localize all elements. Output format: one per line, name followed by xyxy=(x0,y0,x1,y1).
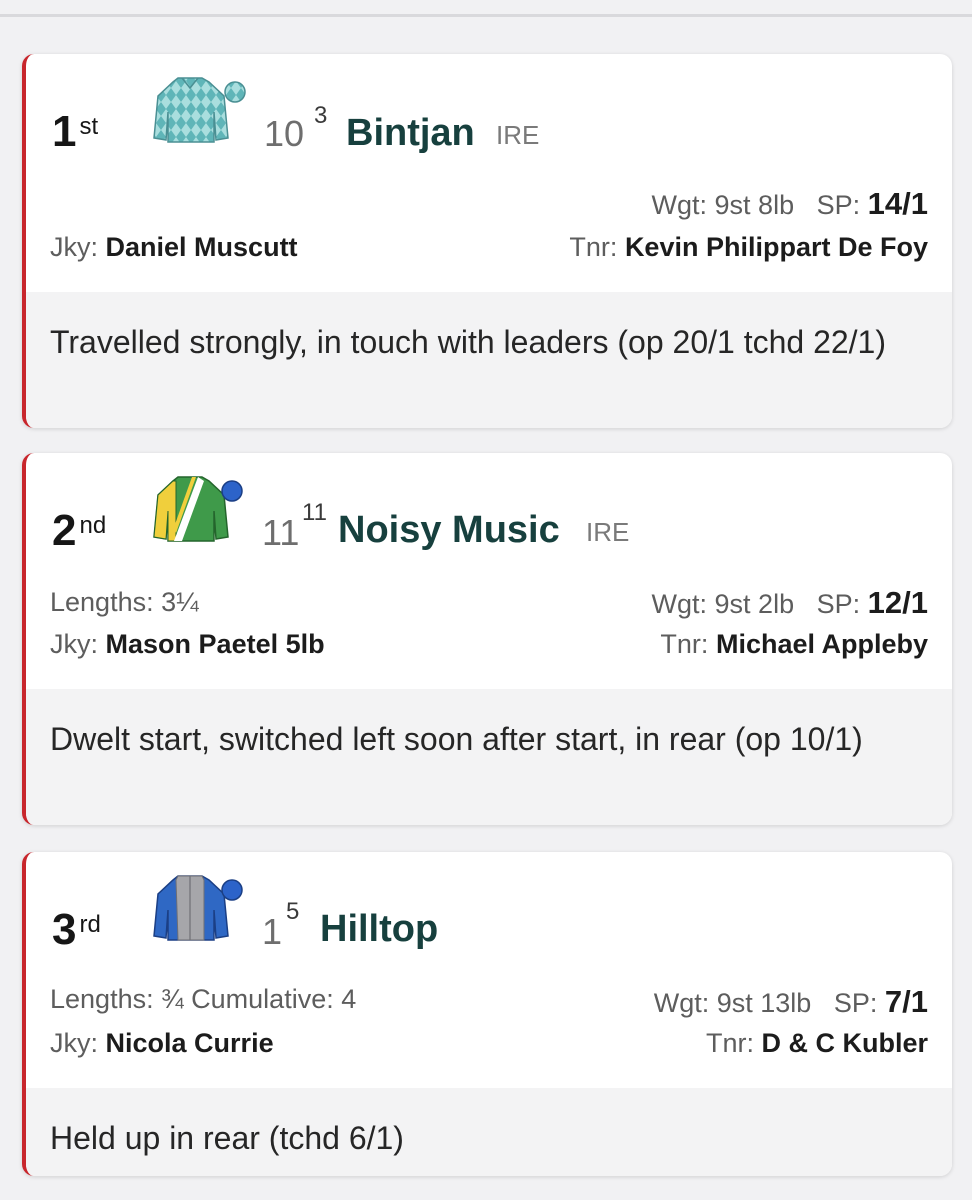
weight-label: Wgt: xyxy=(651,190,708,220)
lengths-label: Lengths: xyxy=(50,587,154,617)
race-comment: Travelled strongly, in touch with leader… xyxy=(26,292,952,428)
horse-name-link[interactable]: Bintjan xyxy=(346,114,475,152)
trainer-label: Tnr: xyxy=(569,232,618,262)
trainer-label: Tnr: xyxy=(705,1028,754,1058)
trainer-row: Tnr: D & C Kubler xyxy=(706,1030,928,1057)
horse-country: IRE xyxy=(586,517,630,547)
draw-number: 5 xyxy=(286,898,300,925)
weight-sp-row: Wgt: 9st 2lb SP: 12/1 xyxy=(652,587,929,618)
jockey-label: Jky: xyxy=(50,1028,99,1058)
trainer-name[interactable]: D & C Kubler xyxy=(761,1028,928,1058)
jockey-row: Jky: Mason Paetel 5lb xyxy=(50,631,325,658)
sp-label: SP: xyxy=(833,988,878,1018)
lengths-label: Lengths: xyxy=(50,984,154,1014)
weight-value: 9st 8lb xyxy=(714,190,795,220)
race-comment: Dwelt start, switched left soon after st… xyxy=(26,689,952,825)
draw-number: 11 xyxy=(302,499,327,526)
trainer-name[interactable]: Michael Appleby xyxy=(716,629,928,659)
top-divider xyxy=(0,14,972,17)
lengths-value: 3¼ xyxy=(161,587,199,617)
runner-card-2[interactable]: 2nd 11 11 Noisy Music IRE Lengths: 3¼ Wg… xyxy=(22,453,952,825)
horse-country: IRE xyxy=(496,120,540,150)
sp-label: SP: xyxy=(816,589,861,619)
trainer-row: Tnr: Kevin Philippart De Foy xyxy=(569,234,928,261)
lengths-row: Lengths: ¾ Cumulative: 4 xyxy=(50,986,356,1013)
runner-header: 3rd 1 5 Hilltop Lengths: ¾ Cumulative: 4… xyxy=(26,852,952,1088)
runner-header: 1st 10 3 Bintjan IRE Wgt: 9st 8lb SP: 14… xyxy=(26,54,952,292)
sp-value: 12/1 xyxy=(867,585,928,620)
silks-blue-grey-icon xyxy=(153,875,243,941)
jockey-label: Jky: xyxy=(50,232,99,262)
cumulative-label: Cumulative: xyxy=(191,984,334,1014)
lengths-row: Lengths: 3¼ xyxy=(50,589,199,616)
horse-name-link[interactable]: Hilltop xyxy=(320,910,438,948)
jockey-label: Jky: xyxy=(50,629,99,659)
weight-sp-row: Wgt: 9st 13lb SP: 7/1 xyxy=(654,986,928,1017)
trainer-name[interactable]: Kevin Philippart De Foy xyxy=(625,232,928,262)
runner-card-1[interactable]: 1st 10 3 Bintjan IRE Wgt: 9st 8lb SP: 14… xyxy=(22,54,952,428)
silks-yellow-green-stripes-icon xyxy=(153,476,243,542)
finish-position: 1st xyxy=(52,107,99,156)
weight-label: Wgt: xyxy=(651,589,708,619)
weight-value: 9st 2lb xyxy=(714,589,795,619)
lengths-value: ¾ xyxy=(161,984,184,1014)
cloth-number: 10 xyxy=(264,113,305,154)
cloth-number: 11 xyxy=(262,512,300,553)
trainer-row: Tnr: Michael Appleby xyxy=(660,631,928,658)
race-comment: Held up in rear (tchd 6/1) xyxy=(26,1088,952,1176)
draw-number: 3 xyxy=(314,102,328,129)
jockey-row: Jky: Daniel Muscutt xyxy=(50,234,298,261)
cloth-number: 1 xyxy=(262,911,283,952)
finish-position: 3rd xyxy=(52,905,101,954)
sp-value: 7/1 xyxy=(884,984,928,1019)
jockey-name[interactable]: Mason Paetel xyxy=(106,629,279,659)
jockey-claim: 5lb xyxy=(285,629,325,659)
weight-sp-row: Wgt: 9st 8lb SP: 14/1 xyxy=(652,188,929,219)
jockey-name[interactable]: Daniel Muscutt xyxy=(106,232,298,262)
runner-card-3[interactable]: 3rd 1 5 Hilltop Lengths: ¾ Cumulative: 4… xyxy=(22,852,952,1176)
weight-value: 9st 13lb xyxy=(716,988,812,1018)
jockey-row: Jky: Nicola Currie xyxy=(50,1030,274,1057)
finish-position: 2nd xyxy=(52,506,107,555)
weight-label: Wgt: xyxy=(653,988,710,1018)
cumulative-value: 4 xyxy=(341,984,357,1014)
horse-name-link[interactable]: Noisy Music xyxy=(338,511,560,549)
sp-label: SP: xyxy=(816,190,861,220)
sp-value: 14/1 xyxy=(867,186,928,221)
runner-header: 2nd 11 11 Noisy Music IRE Lengths: 3¼ Wg… xyxy=(26,453,952,689)
jockey-name[interactable]: Nicola Currie xyxy=(106,1028,274,1058)
silks-teal-diamonds-icon xyxy=(153,77,246,143)
trainer-label: Tnr: xyxy=(660,629,709,659)
